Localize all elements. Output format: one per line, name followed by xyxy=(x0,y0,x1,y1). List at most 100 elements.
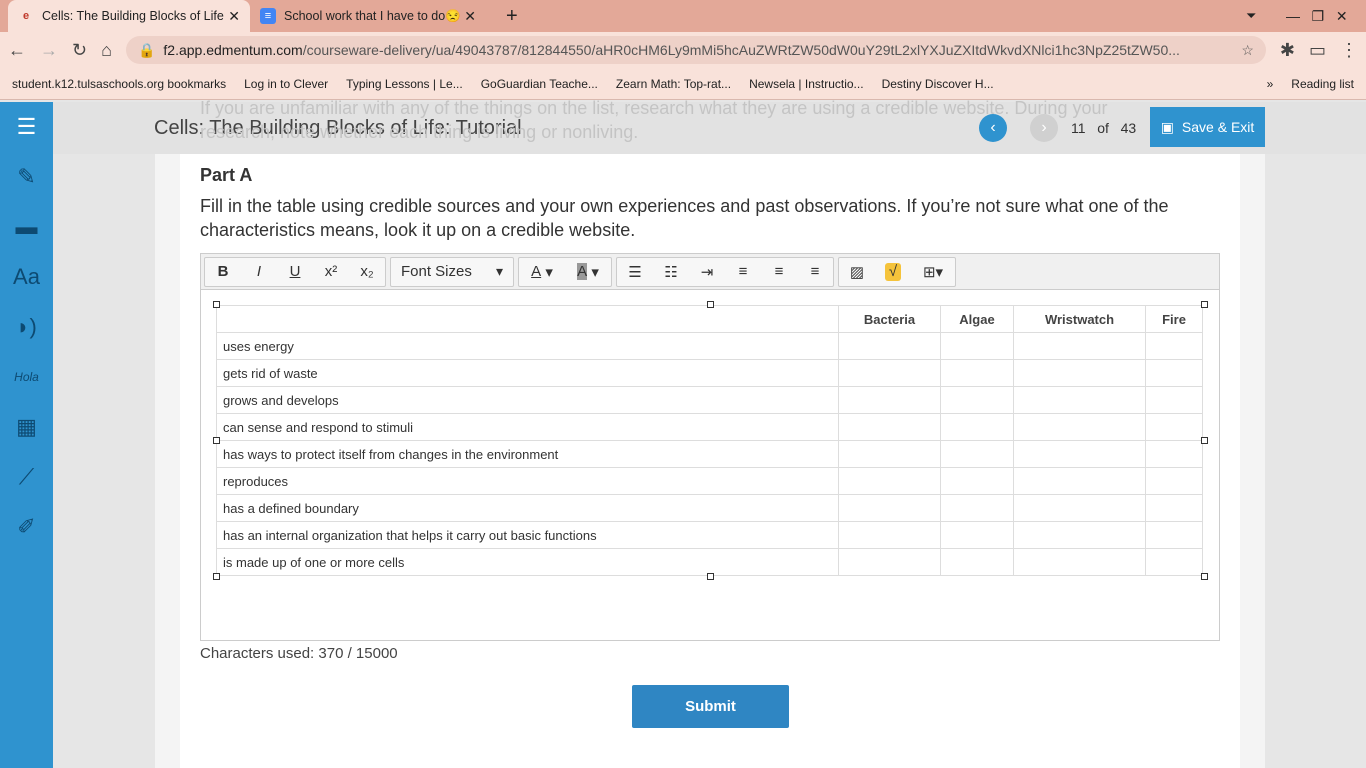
answer-cell[interactable] xyxy=(1013,467,1146,495)
dictionary-icon[interactable]: Aa xyxy=(0,252,53,302)
back-icon[interactable]: ← xyxy=(8,40,26,61)
indent-icon[interactable]: ⇥ xyxy=(689,258,725,286)
answer-cell[interactable] xyxy=(940,467,1014,495)
font-size-select[interactable]: Font Sizes ▾ xyxy=(391,258,513,286)
close-tab-icon[interactable]: ✕ xyxy=(228,8,240,25)
answer-cell[interactable] xyxy=(838,359,941,387)
bookmark[interactable]: Log in to Clever xyxy=(244,77,328,91)
reload-icon[interactable]: ↻ xyxy=(72,40,87,61)
extensions-icon[interactable]: ✱ xyxy=(1280,40,1295,61)
align-left-icon[interactable]: ≡ xyxy=(725,258,761,286)
address-bar[interactable]: 🔒 f2.app.edmentum.com/courseware-delivery… xyxy=(125,36,1266,64)
calculator-icon[interactable]: ▦ xyxy=(0,402,53,452)
answer-cell[interactable] xyxy=(1013,413,1146,441)
answer-cell[interactable] xyxy=(838,413,941,441)
cast-icon[interactable]: ▭ xyxy=(1309,40,1326,61)
bullet-list-icon[interactable]: ☰ xyxy=(617,258,653,286)
answer-cell[interactable] xyxy=(940,386,1014,414)
answer-cell[interactable] xyxy=(1013,440,1146,468)
translate-icon[interactable]: Hola xyxy=(0,352,53,402)
numbered-list-icon[interactable]: ☷ xyxy=(653,258,689,286)
folder-icon[interactable]: ▬ xyxy=(0,202,53,252)
answer-cell[interactable] xyxy=(838,467,941,495)
previous-page-button[interactable]: ‹ xyxy=(979,114,1007,142)
answer-cell[interactable] xyxy=(1145,521,1203,549)
bookmark[interactable]: GoGuardian Teache... xyxy=(481,77,598,91)
answer-cell[interactable] xyxy=(1145,413,1203,441)
list-icon[interactable]: ☰ xyxy=(0,102,53,152)
lock-icon: 🔒 xyxy=(137,41,156,58)
answer-cell[interactable] xyxy=(1013,494,1146,522)
answer-cell[interactable] xyxy=(940,359,1014,387)
answer-cell[interactable] xyxy=(1145,467,1203,495)
highlight-color-icon[interactable]: A ▾ xyxy=(565,258,611,286)
star-icon[interactable]: ☆ xyxy=(1241,42,1254,59)
save-exit-button[interactable]: ▣ Save & Exit xyxy=(1150,107,1265,147)
answer-cell[interactable] xyxy=(1145,548,1203,576)
answer-cell[interactable] xyxy=(838,521,941,549)
superscript-icon[interactable]: x² xyxy=(313,258,349,286)
subscript-icon[interactable]: x₂ xyxy=(349,258,385,286)
answer-cell[interactable] xyxy=(838,548,941,576)
lesson-title: Cells: The Building Blocks of Life: Tuto… xyxy=(154,117,522,139)
bold-icon[interactable]: B xyxy=(205,258,241,286)
next-page-button[interactable]: › xyxy=(1030,114,1058,142)
bookmark[interactable]: Newsela | Instructio... xyxy=(749,77,864,91)
bookmark[interactable]: student.k12.tulsaschools.org bookmarks xyxy=(12,77,226,91)
text-to-speech-icon[interactable]: ◗) xyxy=(0,302,53,352)
answer-cell[interactable] xyxy=(940,494,1014,522)
table-row: is made up of one or more cells xyxy=(216,548,1203,576)
tab-cells[interactable]: e Cells: The Building Blocks of Life ✕ xyxy=(8,0,250,32)
tab-search-icon[interactable]: ⏷ xyxy=(1236,0,1266,32)
forward-icon[interactable]: → xyxy=(40,40,58,61)
more-bookmarks-icon[interactable]: » xyxy=(1267,77,1274,91)
answer-cell[interactable] xyxy=(1013,521,1146,549)
answer-cell[interactable] xyxy=(838,386,941,414)
bookmark[interactable]: Typing Lessons | Le... xyxy=(346,77,463,91)
equation-icon[interactable]: √ xyxy=(875,258,911,286)
rich-text-editor[interactable]: B I Ux² x₂ Font Sizes ▾ A ▾ A ▾ ☰ ☷ ⇥ ≡ ≡ ≡ ▨ √ ⊞▾ B… xyxy=(200,253,1220,641)
highlighter-icon[interactable]: ✐ xyxy=(0,502,53,552)
answer-cell[interactable] xyxy=(940,521,1014,549)
bookmark[interactable]: Zearn Math: Top-rat... xyxy=(616,77,731,91)
italic-icon[interactable]: I xyxy=(241,258,277,286)
answer-cell[interactable] xyxy=(940,440,1014,468)
characteristic-cell: has ways to protect itself from changes … xyxy=(216,440,839,468)
window-controls[interactable]: — ❐ ✕ xyxy=(1276,0,1358,32)
answer-cell[interactable] xyxy=(838,494,941,522)
image-icon[interactable]: ▨ xyxy=(839,258,875,286)
docs-icon: ≡ xyxy=(260,8,276,24)
underline-icon[interactable]: U xyxy=(277,258,313,286)
submit-button[interactable]: Submit xyxy=(632,685,789,728)
notes-icon[interactable]: ✎ xyxy=(0,152,53,202)
answer-cell[interactable] xyxy=(1013,359,1146,387)
answer-cell[interactable] xyxy=(1145,494,1203,522)
new-tab-button[interactable]: + xyxy=(496,0,528,32)
answer-cell[interactable] xyxy=(940,413,1014,441)
table-icon[interactable]: ⊞▾ xyxy=(911,258,955,286)
answer-cell[interactable] xyxy=(1145,332,1203,360)
answer-cell[interactable] xyxy=(940,548,1014,576)
graph-icon[interactable]: ⟋ xyxy=(0,452,53,502)
answer-cell[interactable] xyxy=(1013,386,1146,414)
reading-list[interactable]: Reading list xyxy=(1291,77,1354,91)
close-tab-icon[interactable]: ✕ xyxy=(464,8,476,25)
answer-cell[interactable] xyxy=(1013,548,1146,576)
home-icon[interactable]: ⌂ xyxy=(101,40,112,61)
answer-cell[interactable] xyxy=(838,440,941,468)
align-center-icon[interactable]: ≡ xyxy=(761,258,797,286)
answer-cell[interactable] xyxy=(1145,386,1203,414)
answer-cell[interactable] xyxy=(940,332,1014,360)
characteristic-cell: is made up of one or more cells xyxy=(216,548,839,576)
align-right-icon[interactable]: ≡ xyxy=(797,258,833,286)
text-color-icon[interactable]: A ▾ xyxy=(519,258,565,286)
answer-cell[interactable] xyxy=(838,332,941,360)
bookmark[interactable]: Destiny Discover H... xyxy=(882,77,994,91)
sidebar: ☰ ✎ ▬ Aa ◗) Hola ▦ ⟋ ✐ xyxy=(0,102,53,768)
tab-school-work[interactable]: ≡ School work that I have to do😒 ✕ xyxy=(250,0,486,32)
characteristics-table[interactable]: Bacteria Algae Wristwatch Fire uses ener… xyxy=(216,305,1203,576)
answer-cell[interactable] xyxy=(1145,440,1203,468)
answer-cell[interactable] xyxy=(1145,359,1203,387)
answer-cell[interactable] xyxy=(1013,332,1146,360)
menu-icon[interactable]: ⋮ xyxy=(1340,40,1358,61)
